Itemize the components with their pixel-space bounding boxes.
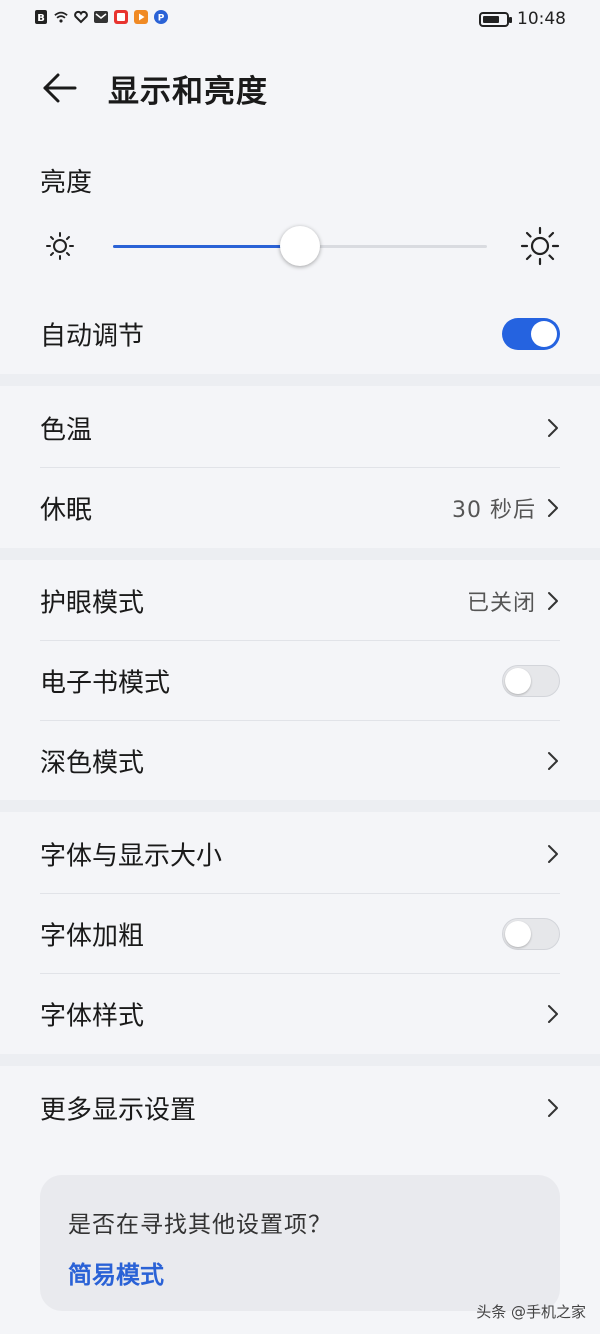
font-size-row[interactable]: 字体与显示大小 [40, 814, 560, 894]
chevron-right-icon [548, 1005, 558, 1023]
suggestion-question: 是否在寻找其他设置项？ [68, 1212, 332, 1238]
page-title: 显示和亮度 [108, 74, 268, 110]
square-icon [114, 10, 128, 24]
auto-adjust-label: 自动调节 [40, 321, 145, 352]
brightness-slider[interactable] [40, 220, 560, 276]
color-temp-row[interactable]: 色温 [40, 388, 560, 468]
arrow-left-icon[interactable] [40, 70, 78, 106]
wifi-icon [54, 11, 68, 23]
play-icon [134, 10, 148, 24]
brightness-thumb[interactable] [280, 226, 320, 266]
ebook-label: 电子书模式 [40, 668, 171, 699]
chevron-right-icon [548, 499, 558, 517]
page-header: 显示和亮度 [0, 52, 600, 124]
sun-small-icon [46, 232, 74, 260]
section-gap [0, 800, 600, 812]
ebook-row[interactable]: 电子书模式 [40, 641, 560, 721]
eye-comfort-value: 已关闭 [466, 591, 536, 616]
b-icon: B [35, 10, 47, 24]
heart-icon [74, 10, 88, 24]
sleep-label: 休眠 [40, 495, 93, 526]
mail-icon [94, 11, 108, 23]
chevron-right-icon [548, 1099, 558, 1117]
watermark: 头条 @手机之家 [476, 1303, 586, 1321]
status-bar: B P 10:48 [0, 0, 600, 40]
suggestion-card: 是否在寻找其他设置项？ 简易模式 [40, 1175, 560, 1311]
eye-comfort-label: 护眼模式 [40, 588, 145, 619]
auto-adjust-toggle[interactable] [502, 318, 560, 350]
chevron-right-icon [548, 845, 558, 863]
svg-text:B: B [37, 13, 45, 24]
brightness-track[interactable] [113, 226, 487, 266]
section-gap [0, 1054, 600, 1066]
brightness-label: 亮度 [40, 168, 93, 198]
sleep-row[interactable]: 休眠 30 秒后 [40, 468, 560, 548]
ebook-toggle[interactable] [502, 665, 560, 697]
status-time: 10:48 [517, 9, 566, 29]
section-gap [0, 548, 600, 560]
auto-adjust-row[interactable]: 自动调节 [40, 294, 560, 374]
more-display-row[interactable]: 更多显示设置 [40, 1068, 560, 1148]
blue-app-icon: P [154, 10, 168, 24]
simple-mode-link[interactable]: 简易模式 [68, 1255, 164, 1290]
brightness-fill [113, 245, 300, 248]
font-style-label: 字体样式 [40, 1001, 145, 1032]
dark-mode-label: 深色模式 [40, 748, 145, 779]
chevron-right-icon [548, 752, 558, 770]
dark-mode-row[interactable]: 深色模式 [40, 721, 560, 801]
bold-font-row[interactable]: 字体加粗 [40, 894, 560, 974]
bold-font-label: 字体加粗 [40, 921, 145, 952]
color-temp-label: 色温 [40, 415, 93, 446]
battery-icon [479, 11, 512, 27]
chevron-right-icon [548, 592, 558, 610]
sleep-value: 30 秒后 [452, 498, 536, 523]
notification-icons: B P [34, 10, 168, 24]
sun-large-icon [520, 226, 560, 266]
bold-font-toggle[interactable] [502, 918, 560, 950]
more-display-label: 更多显示设置 [40, 1095, 197, 1126]
eye-comfort-row[interactable]: 护眼模式 已关闭 [40, 561, 560, 641]
font-style-row[interactable]: 字体样式 [40, 974, 560, 1054]
section-gap [0, 374, 600, 386]
font-size-label: 字体与显示大小 [40, 841, 223, 872]
svg-text:P: P [158, 14, 165, 24]
chevron-right-icon [548, 419, 558, 437]
